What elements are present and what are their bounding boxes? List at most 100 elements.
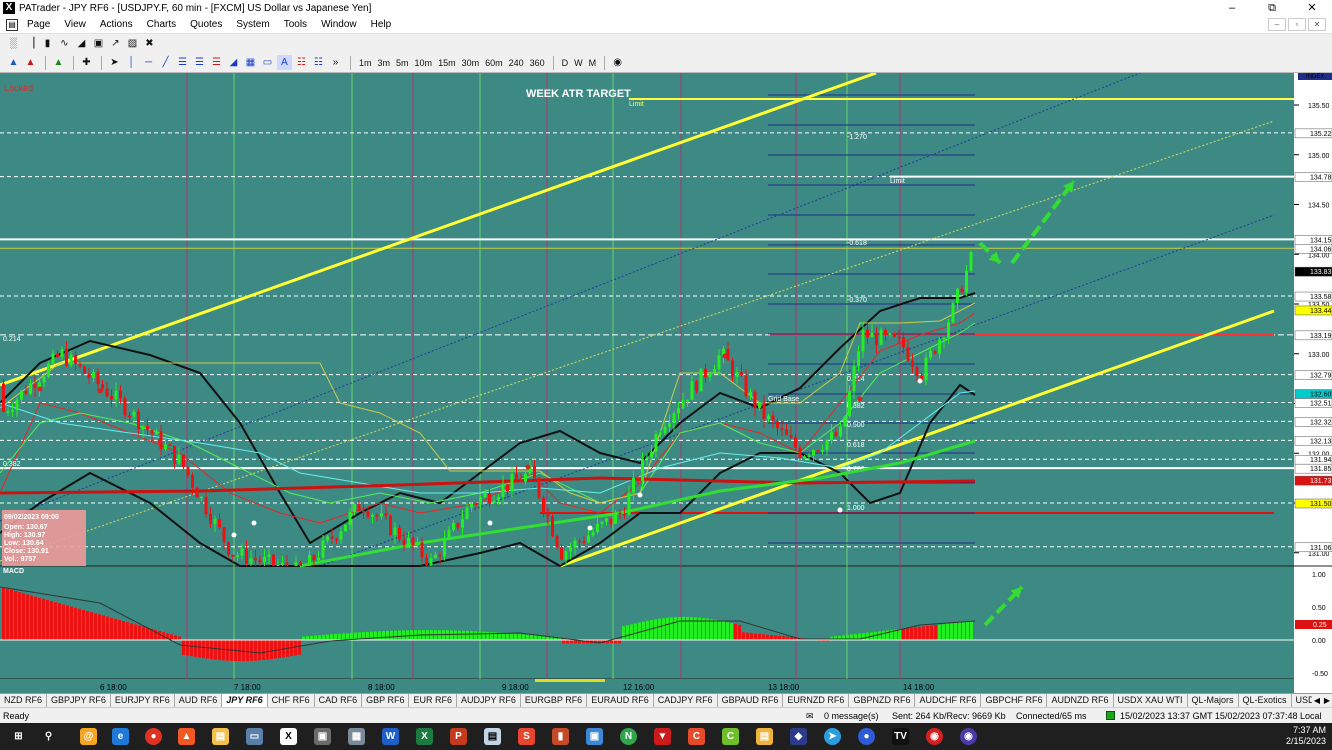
start-icon[interactable]: ⊞ bbox=[10, 728, 27, 745]
fib-extension-icon[interactable]: ☰ bbox=[209, 55, 224, 70]
area-chart-icon[interactable]: ◢ bbox=[74, 36, 89, 51]
word-icon[interactable]: W bbox=[382, 728, 399, 745]
tab-aud-rf6[interactable]: AUD RF6 bbox=[175, 694, 223, 707]
search-icon[interactable]: ⚲ bbox=[40, 728, 57, 745]
tab-audjpy-rf6[interactable]: AUDJPY RF6 bbox=[457, 694, 521, 707]
screen-tool-icon[interactable]: ▣ bbox=[314, 728, 331, 745]
menu-help[interactable]: Help bbox=[364, 19, 399, 30]
tab-eurnzd-rf6[interactable]: EURNZD RF6 bbox=[783, 694, 850, 707]
tab-cadjpy-rf6[interactable]: CADJPY RF6 bbox=[654, 694, 718, 707]
status-messages[interactable]: 0 message(s) bbox=[824, 711, 879, 721]
app-window-icon[interactable]: ▭ bbox=[246, 728, 263, 745]
camtasia-icon[interactable]: C bbox=[722, 728, 739, 745]
tab-scroll-right-icon[interactable]: ▶ bbox=[1322, 694, 1332, 707]
tab-eur-rf6[interactable]: EUR RF6 bbox=[409, 694, 457, 707]
tab-chf-rf6[interactable]: CHF RF6 bbox=[268, 694, 315, 707]
green-app-icon[interactable]: N bbox=[620, 728, 637, 745]
screen-share-icon[interactable]: ▣ bbox=[586, 728, 603, 745]
crm-icon[interactable]: C bbox=[688, 728, 705, 745]
calculator-icon[interactable]: ▦ bbox=[348, 728, 365, 745]
fibonacci-icon[interactable]: ☰ bbox=[192, 55, 207, 70]
child-close-button[interactable]: ✕ bbox=[1308, 18, 1326, 31]
zoom-out-icon[interactable]: ▲ bbox=[23, 55, 38, 70]
tab-gbp-rf6[interactable]: GBP RF6 bbox=[362, 694, 410, 707]
child-minimize-button[interactable]: – bbox=[1268, 18, 1286, 31]
notes-icon[interactable]: ▤ bbox=[756, 728, 773, 745]
chart-area[interactable]: -1.270 -0.618 -0.370 0.214 0.382 0.500 0.618 0.… bbox=[0, 73, 1332, 693]
renko-chart-icon[interactable]: ▧ bbox=[125, 36, 140, 51]
menu-window[interactable]: Window bbox=[314, 19, 364, 30]
period-weekly[interactable]: W bbox=[571, 58, 586, 68]
tab-eurgbp-rf6[interactable]: EURGBP RF6 bbox=[521, 694, 588, 707]
fib-fan-icon[interactable]: ◢ bbox=[226, 55, 241, 70]
tab-audnzd-rf6[interactable]: AUDNZD RF6 bbox=[1047, 694, 1114, 707]
messages-icon[interactable]: ✉ bbox=[806, 711, 814, 722]
timeframe-3m[interactable]: 3m bbox=[375, 58, 394, 68]
patrader-task-icon[interactable]: X bbox=[280, 728, 297, 745]
file-explorer-icon[interactable]: ▤ bbox=[212, 728, 229, 745]
menu-quotes[interactable]: Quotes bbox=[183, 19, 229, 30]
menu-charts[interactable]: Charts bbox=[140, 19, 183, 30]
tab-gbpjpy-rf6[interactable]: GBPJPY RF6 bbox=[47, 694, 111, 707]
telegram-icon[interactable]: ➤ bbox=[824, 728, 841, 745]
line-chart-icon[interactable]: ∿ bbox=[57, 36, 72, 51]
chrome-browser-icon[interactable]: ● bbox=[145, 728, 162, 745]
trendline-icon[interactable]: ╱ bbox=[158, 55, 173, 70]
chat-app-icon[interactable]: ◆ bbox=[790, 728, 807, 745]
minimize-button[interactable]: – bbox=[1212, 0, 1252, 16]
tab-scroll-left-icon[interactable]: ◀ bbox=[1312, 694, 1322, 707]
tab-nzd-rf6[interactable]: NZD RF6 bbox=[0, 694, 47, 707]
chart-document-icon[interactable]: ▤ bbox=[6, 18, 18, 31]
tab-gbpnzd-rf6[interactable]: GBPNZD RF6 bbox=[849, 694, 916, 707]
snagit-icon[interactable]: S bbox=[518, 728, 535, 745]
timeframe-1m[interactable]: 1m bbox=[356, 58, 375, 68]
more-tools-icon[interactable]: » bbox=[328, 55, 343, 70]
menu-view[interactable]: View bbox=[57, 19, 93, 30]
tab-euraud-rf6[interactable]: EURAUD RF6 bbox=[587, 694, 654, 707]
cursor-icon[interactable]: ➤ bbox=[107, 55, 122, 70]
brave-browser-icon[interactable]: ▲ bbox=[178, 728, 195, 745]
gann-icon[interactable]: ▦ bbox=[243, 55, 258, 70]
candle-chart-icon[interactable]: ▮ bbox=[40, 36, 55, 51]
timeframe-360[interactable]: 360 bbox=[527, 58, 548, 68]
vertical-line-icon[interactable]: │ bbox=[124, 55, 139, 70]
maximize-button[interactable]: ⧉ bbox=[1252, 0, 1292, 16]
point-figure-icon[interactable]: ✖ bbox=[142, 36, 157, 51]
tab-eurjpy-rf6[interactable]: EURJPY RF6 bbox=[111, 694, 175, 707]
powerpoint-icon[interactable]: P bbox=[450, 728, 467, 745]
indicator-icon[interactable]: ▲ bbox=[51, 55, 66, 70]
excel-icon[interactable]: X bbox=[416, 728, 433, 745]
bar-chart-icon[interactable]: ░ bbox=[6, 36, 21, 51]
recorder-icon[interactable]: ◉ bbox=[926, 728, 943, 745]
timeframe-5m[interactable]: 5m bbox=[393, 58, 412, 68]
record-icon[interactable]: ◉ bbox=[610, 55, 625, 70]
slides-icon[interactable]: ▮ bbox=[552, 728, 569, 745]
menu-tools[interactable]: Tools bbox=[277, 19, 314, 30]
timeframe-15m[interactable]: 15m bbox=[435, 58, 459, 68]
tab-audchf-rf6[interactable]: AUDCHF RF6 bbox=[915, 694, 982, 707]
browser-app-icon[interactable]: ◉ bbox=[960, 728, 977, 745]
channel-icon[interactable]: ☰ bbox=[175, 55, 190, 70]
tab-jpy-rf6[interactable]: JPY RF6 bbox=[222, 694, 268, 707]
tab-gbpaud-rf6[interactable]: GBPAUD RF6 bbox=[718, 694, 784, 707]
mail-icon[interactable]: @ bbox=[80, 728, 97, 745]
child-restore-button[interactable]: ▫ bbox=[1288, 18, 1306, 31]
timeframe-240[interactable]: 240 bbox=[506, 58, 527, 68]
pitchfork-icon[interactable]: ☷ bbox=[311, 55, 326, 70]
text-icon[interactable]: A bbox=[277, 55, 292, 70]
menu-page[interactable]: Page bbox=[20, 19, 57, 30]
menu-actions[interactable]: Actions bbox=[93, 19, 140, 30]
crosshair-icon[interactable]: ✚ bbox=[79, 55, 94, 70]
tab-usdx-xau-wti[interactable]: USDX XAU WTI bbox=[1114, 694, 1188, 707]
menu-system[interactable]: System bbox=[229, 19, 276, 30]
price-chart-canvas[interactable]: -1.270 -0.618 -0.370 0.214 0.382 0.500 0.618 0.… bbox=[0, 73, 1332, 693]
edge-browser-icon[interactable]: e bbox=[112, 728, 129, 745]
tab-ql-majors[interactable]: QL-Majors bbox=[1188, 694, 1239, 707]
taskbar-clock[interactable]: 7:37 AM 2/15/2023 bbox=[1286, 725, 1326, 747]
zoom-in-icon[interactable]: ▲ bbox=[6, 55, 21, 70]
timeframe-30m[interactable]: 30m bbox=[459, 58, 483, 68]
period-monthly[interactable]: M bbox=[586, 58, 600, 68]
red-app-icon[interactable]: ▼ bbox=[654, 728, 671, 745]
rectangle-icon[interactable]: ▭ bbox=[260, 55, 275, 70]
timeframe-10m[interactable]: 10m bbox=[412, 58, 436, 68]
